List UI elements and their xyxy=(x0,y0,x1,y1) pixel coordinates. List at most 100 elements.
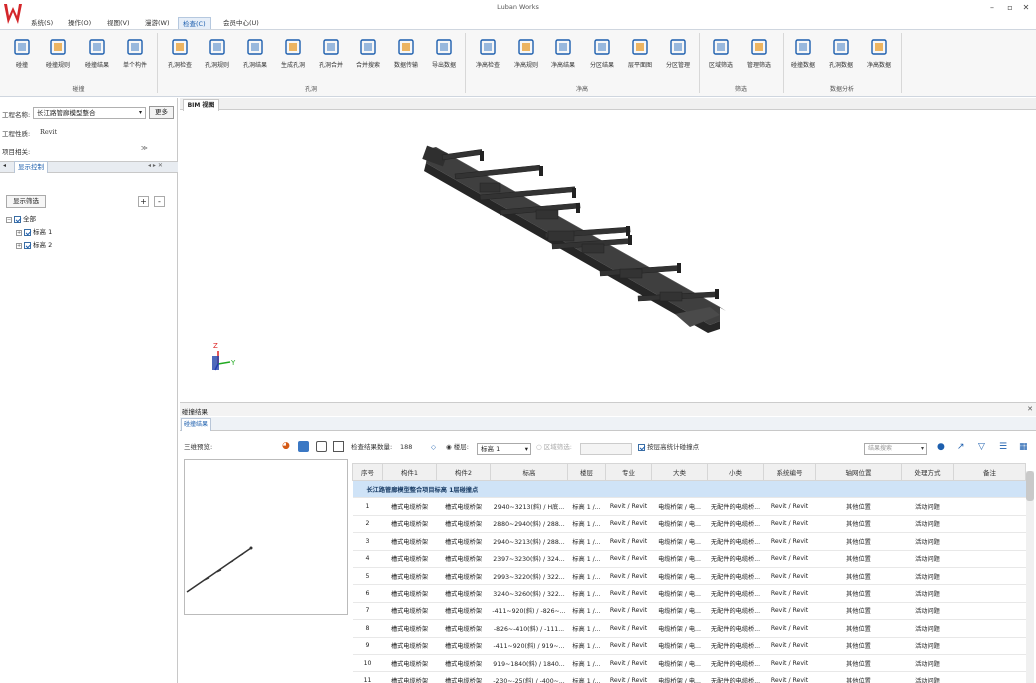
grid-icon[interactable]: ▦ xyxy=(1019,440,1028,454)
export-icon[interactable]: ↗ xyxy=(957,440,965,454)
ribbon-floor-plan-button[interactable]: 层平面图 xyxy=(620,38,660,76)
double-arrow-icon[interactable]: ◇ xyxy=(431,440,436,454)
ribbon-region-filter-button[interactable]: 区域筛选 xyxy=(701,38,741,76)
tab-display-control[interactable]: 显示控制 xyxy=(14,161,48,173)
ribbon-collision-data-button[interactable]: 碰撞数据 xyxy=(783,38,823,76)
3d-preview[interactable] xyxy=(184,459,348,615)
ribbon-hole-merge-button[interactable]: 孔洞合并 xyxy=(311,38,351,76)
column-header[interactable]: 处理方式 xyxy=(901,463,954,481)
collapse-icon[interactable]: − xyxy=(6,216,12,223)
close-icon[interactable]: ✕ xyxy=(1027,405,1033,413)
group-row[interactable]: 长江路管廊模型整合项目标高 1层碰撞点 xyxy=(352,480,1026,499)
ribbon-clearance-rules-button[interactable]: 净高规则 xyxy=(506,38,546,76)
table-cell xyxy=(953,515,1026,534)
tab-nav-icon[interactable]: ◂ ▸ ✕ xyxy=(148,162,163,169)
ribbon-generate-hole-button[interactable]: 生成孔洞 xyxy=(273,38,313,76)
tab-left-arrow-icon[interactable]: ◂ xyxy=(3,162,6,169)
menu-check[interactable]: 检查(C) xyxy=(178,17,211,29)
fit-icon[interactable] xyxy=(298,441,309,452)
table-row[interactable]: 5 槽式电缆桥架 槽式电缆桥架 2993~3220(斜) / 322... 标高 1 /… xyxy=(352,567,1026,586)
camera-icon[interactable] xyxy=(316,441,327,452)
menu-roam[interactable]: 漫游(W) xyxy=(141,17,174,29)
menu-system[interactable]: 系统(S) xyxy=(27,17,57,29)
ribbon-collision-results-button[interactable]: 碰撞结果 xyxy=(77,38,117,76)
column-header[interactable]: 轴网位置 xyxy=(815,463,902,481)
ribbon-clearance-data-button[interactable]: 净高数据 xyxy=(859,38,899,76)
table-row[interactable]: 4 槽式电缆桥架 槽式电缆桥架 2397~3230(斜) / 324... 标高 1 /… xyxy=(352,550,1026,568)
column-header[interactable]: 构件2 xyxy=(436,463,491,481)
menu-view[interactable]: 视图(V) xyxy=(103,17,134,29)
location-icon[interactable]: ● xyxy=(937,440,945,454)
list-icon[interactable]: ☰ xyxy=(999,440,1007,454)
display-filter-button[interactable]: 显示筛选 xyxy=(6,195,46,208)
search-input[interactable]: 结果搜索 ▾ xyxy=(864,443,927,455)
table-row[interactable]: 2 槽式电缆桥架 槽式电缆桥架 2880~2940(斜) / 288... 标高 1 /… xyxy=(352,515,1026,534)
table-row[interactable]: 9 槽式电缆桥架 槽式电缆桥架 -411~920(斜) / 919~... 标高 1 /… xyxy=(352,637,1026,655)
tree-item-level1[interactable]: + 标高 1 xyxy=(16,227,52,238)
remove-button[interactable]: - xyxy=(154,196,165,207)
ribbon-collision-button[interactable]: 碰撞 xyxy=(2,38,42,76)
menu-operation[interactable]: 操作(O) xyxy=(64,17,95,29)
hole-check-icon xyxy=(171,38,189,56)
tree-item-level2[interactable]: + 标高 2 xyxy=(16,240,52,251)
column-header[interactable]: 序号 xyxy=(352,463,383,481)
maximize-icon[interactable]: ▫ xyxy=(1004,3,1016,13)
ribbon-hole-rules-button[interactable]: 孔洞规则 xyxy=(197,38,237,76)
column-header[interactable]: 楼层 xyxy=(567,463,606,481)
ribbon-zone-results-button[interactable]: 分区结果 xyxy=(582,38,622,76)
ribbon-hole-data-button[interactable]: 孔洞数据 xyxy=(821,38,861,76)
ribbon-collision-rules-button[interactable]: 碰撞规则 xyxy=(38,38,78,76)
expand-icon[interactable]: + xyxy=(16,229,22,236)
tree-item-all[interactable]: − 全部 xyxy=(6,214,36,225)
ribbon-hole-check-button[interactable]: 孔洞检查 xyxy=(160,38,200,76)
ribbon-clearance-results-button[interactable]: 净高结果 xyxy=(543,38,583,76)
ribbon-clearance-check-button[interactable]: 净高检查 xyxy=(468,38,508,76)
column-header[interactable]: 系统编号 xyxy=(763,463,816,481)
copy-icon[interactable] xyxy=(333,441,344,452)
tab-collision-results[interactable]: 碰撞结果 xyxy=(181,418,211,431)
minimize-icon[interactable]: – xyxy=(986,3,998,13)
column-header[interactable]: 大类 xyxy=(651,463,708,481)
floor-select[interactable]: 标高 1 ▾ xyxy=(477,443,531,455)
project-select[interactable]: 长江路管廊模型整合 ▾ xyxy=(33,107,146,119)
region-select[interactable] xyxy=(580,443,632,455)
table-row[interactable]: 7 槽式电缆桥架 槽式电缆桥架 -411~920(斜) / -826~... 标高 1 … xyxy=(352,602,1026,621)
floor-radio[interactable]: ◉ 楼层: xyxy=(446,440,469,454)
ribbon-data-transfer-button[interactable]: 数据传输 xyxy=(386,38,426,76)
ribbon-manage-filter-button[interactable]: 管理筛选 xyxy=(739,38,779,76)
table-row[interactable]: 10 槽式电缆桥架 槽式电缆桥架 919~1840(斜) / 1840... 标高 1 … xyxy=(352,654,1026,673)
ribbon-single-component-button[interactable]: 单个构件 xyxy=(115,38,155,76)
table-row[interactable]: 3 槽式电缆桥架 槽式电缆桥架 2940~3213(斜) / 288... 标高 1 /… xyxy=(352,532,1026,551)
expand-icon[interactable]: + xyxy=(16,242,22,249)
collapse-icon[interactable]: ≫ xyxy=(141,144,148,152)
column-header[interactable]: 小类 xyxy=(707,463,764,481)
checkbox[interactable] xyxy=(14,216,21,223)
ribbon-zone-manage-button[interactable]: 分区管理 xyxy=(658,38,698,76)
checkbox[interactable] xyxy=(638,443,645,451)
scrollbar-thumb[interactable] xyxy=(1026,471,1034,501)
tab-bim-view[interactable]: BIM 视图 xyxy=(183,99,219,111)
add-button[interactable]: + xyxy=(138,196,149,207)
checkbox[interactable] xyxy=(24,242,31,249)
column-header[interactable]: 标高 xyxy=(490,463,568,481)
ribbon-export-data-button[interactable]: 导出数据 xyxy=(424,38,464,76)
table-row[interactable]: 8 槽式电缆桥架 槽式电缆桥架 -826~-410(斜) / -111... 标高 1 … xyxy=(352,619,1026,638)
filter-icon[interactable]: ▽ xyxy=(978,440,985,454)
scrollbar[interactable] xyxy=(1026,471,1034,683)
table-row[interactable]: 1 槽式电缆桥架 槽式电缆桥架 2940~3213(斜) / H底... 标高 1 /.… xyxy=(352,497,1026,516)
more-button[interactable]: 更多 xyxy=(149,106,174,119)
table-row[interactable]: 11 槽式电缆桥架 槽式电缆桥架 -230~-25(斜) / -400~... 标高 1… xyxy=(352,671,1026,683)
close-icon[interactable]: ✕ xyxy=(1020,3,1032,13)
region-radio[interactable]: ○ 区域筛选: xyxy=(536,440,572,454)
stat-checkbox[interactable]: 按层高统计碰撞点 xyxy=(638,440,699,454)
menu-member[interactable]: 会员中心(U) xyxy=(219,17,263,29)
column-header[interactable]: 专业 xyxy=(605,463,652,481)
column-header[interactable]: 构件1 xyxy=(382,463,437,481)
table-row[interactable]: 6 槽式电缆桥架 槽式电缆桥架 3240~3260(斜) / 322... 标高 1 /… xyxy=(352,584,1026,603)
checkbox[interactable] xyxy=(24,229,31,236)
ribbon-hole-results-button[interactable]: 孔洞结果 xyxy=(235,38,275,76)
3d-viewport[interactable]: Z Y xyxy=(180,111,1036,398)
ribbon-merge-search-button[interactable]: 合并搜索 xyxy=(348,38,388,76)
column-header[interactable]: 备注 xyxy=(953,463,1026,481)
color-icon[interactable]: ◕ xyxy=(282,441,293,452)
